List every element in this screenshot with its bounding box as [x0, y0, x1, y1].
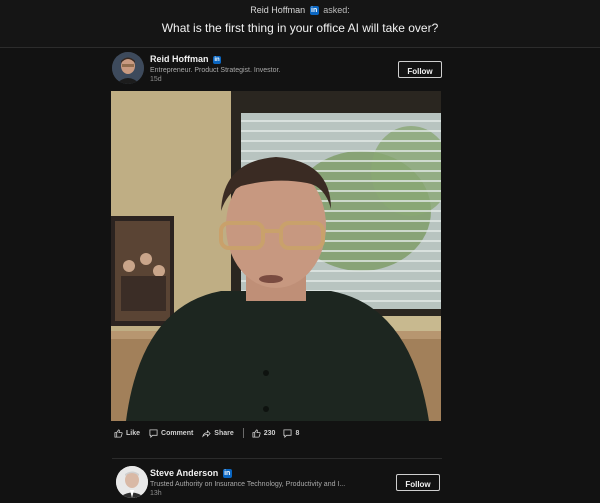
question-header: Reid Hoffman in asked: What is the first…: [0, 0, 600, 48]
comment-count-value: 8: [295, 429, 300, 437]
linkedin-icon: in: [213, 55, 222, 64]
asker-name[interactable]: Reid Hoffman: [250, 5, 305, 15]
author-headline: Entrepreneur. Product Strategist. Invest…: [150, 67, 281, 74]
avatar[interactable]: [116, 466, 148, 498]
follow-button[interactable]: Follow: [398, 61, 442, 78]
post-header: Reid Hoffman in Entrepreneur. Product St…: [112, 52, 442, 90]
like-label: Like: [126, 429, 141, 437]
post-age: 13h: [150, 490, 162, 498]
asked-suffix: asked:: [323, 5, 350, 15]
thumbs-up-icon: [252, 428, 261, 438]
follow-button[interactable]: Follow: [396, 474, 440, 491]
author-headline: Trusted Authority on Insurance Technolog…: [150, 481, 346, 489]
comment-icon: [149, 428, 158, 438]
post-actions: Like Comment Share 230 8: [114, 426, 307, 440]
avatar[interactable]: [112, 52, 144, 84]
author-name[interactable]: Reid Hoffman: [150, 54, 209, 64]
share-button[interactable]: Share: [202, 429, 234, 438]
question-text: What is the first thing in your office A…: [161, 21, 439, 35]
thumbs-up-icon: [114, 428, 123, 438]
post-divider: [112, 458, 442, 459]
like-button[interactable]: Like: [114, 428, 141, 438]
share-icon: [202, 429, 211, 438]
asker-line: Reid Hoffman in asked:: [0, 5, 600, 16]
author-block: Steve Anderson in Trusted Authority on I…: [150, 468, 345, 497]
post-age: 15d: [150, 76, 162, 83]
comment-icon: [283, 428, 292, 438]
next-post-header: Steve Anderson in Trusted Authority on I…: [112, 466, 442, 503]
divider: [242, 428, 244, 438]
like-count[interactable]: 230: [252, 428, 276, 438]
author-name[interactable]: Steve Anderson: [150, 468, 218, 478]
author-block: Reid Hoffman in Entrepreneur. Product St…: [150, 54, 280, 83]
comment-label: Comment: [161, 429, 194, 437]
like-count-value: 230: [263, 429, 276, 437]
comment-count[interactable]: 8: [283, 428, 300, 438]
linkedin-icon: in: [309, 6, 319, 16]
share-label: Share: [214, 429, 234, 437]
linkedin-icon: in: [222, 469, 232, 479]
video-frame: [111, 91, 441, 421]
comment-button[interactable]: Comment: [149, 428, 194, 438]
video-player[interactable]: [111, 91, 441, 421]
